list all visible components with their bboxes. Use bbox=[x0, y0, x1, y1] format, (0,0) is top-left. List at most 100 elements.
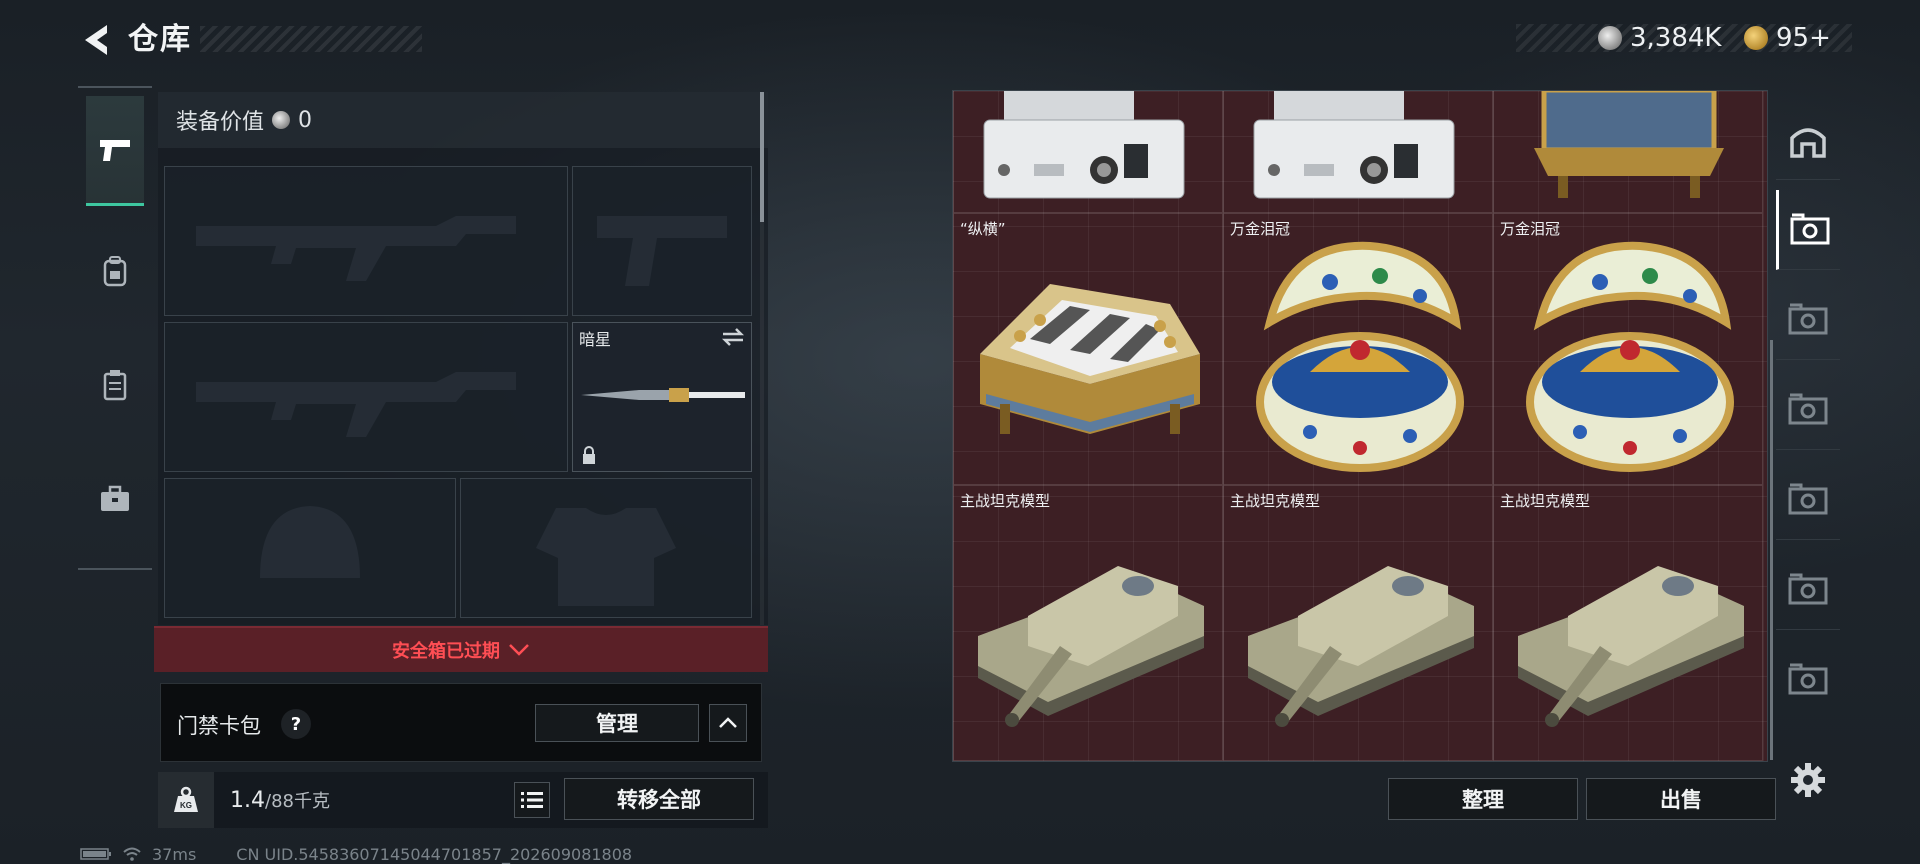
sort-button[interactable]: 整理 bbox=[1388, 778, 1578, 820]
weight-current: 1.4 bbox=[230, 788, 265, 813]
storage-tab-icon bbox=[1788, 303, 1828, 334]
storage-item-name: 主战坦克模型 bbox=[960, 492, 1051, 510]
battery-icon bbox=[80, 848, 111, 860]
tab-storage-3[interactable] bbox=[1776, 370, 1840, 450]
storage-item[interactable]: 主战坦克模型 bbox=[1493, 485, 1763, 761]
jeweled-egg-icon bbox=[1256, 241, 1464, 472]
storage-item[interactable] bbox=[953, 91, 1223, 213]
list-icon bbox=[521, 792, 543, 808]
storage-item[interactable]: 主战坦克模型 bbox=[1223, 485, 1493, 761]
device-item-icon bbox=[983, 91, 1185, 199]
weight-icon: KG bbox=[158, 772, 214, 828]
tab-storage-2[interactable] bbox=[1776, 280, 1840, 360]
swap-icon[interactable] bbox=[721, 327, 745, 347]
primary-weapon-slot-1[interactable] bbox=[164, 166, 568, 316]
access-card-bar: 门禁卡包 ? 管理 bbox=[160, 683, 762, 762]
help-icon[interactable]: ? bbox=[281, 709, 311, 739]
storage-item[interactable]: 主战坦克模型 bbox=[953, 485, 1223, 761]
safe-box-expired-text: 安全箱已过期 bbox=[392, 641, 500, 662]
safehouse-icon bbox=[1790, 127, 1826, 158]
jeweled-egg-icon bbox=[1526, 241, 1734, 472]
helmet-silhouette-icon bbox=[165, 479, 455, 617]
lock-icon bbox=[583, 446, 595, 464]
helmet-slot[interactable] bbox=[164, 478, 456, 618]
storage-tab-icon bbox=[1788, 573, 1828, 604]
storage-item-name: 主战坦克模型 bbox=[1230, 492, 1321, 510]
status-bar: 37ms CN UID.5458360714504470185​7_202609… bbox=[80, 844, 633, 864]
title-decoration bbox=[200, 26, 422, 52]
pistol-silhouette-icon bbox=[573, 167, 751, 315]
storage-tab-icon bbox=[1788, 663, 1828, 695]
access-card-label: 门禁卡包 bbox=[177, 714, 261, 738]
weight-max: /88千克 bbox=[265, 791, 330, 812]
armor-silhouette-icon bbox=[461, 479, 751, 617]
storage-panel: “纵横” 万金泪冠 万金泪冠 主战坦克模型 主战坦克模型 主战坦克模型 bbox=[952, 90, 1768, 762]
melee-weapon-slot[interactable]: 暗星 bbox=[572, 322, 752, 472]
storage-tab-icon bbox=[1788, 393, 1828, 424]
equipment-category-rail bbox=[78, 86, 152, 570]
gold-amount: 95+ bbox=[1776, 23, 1831, 53]
storage-grid: “纵横” 万金泪冠 万金泪冠 主战坦克模型 主战坦克模型 主战坦克模型 bbox=[953, 91, 1767, 761]
vest-icon bbox=[103, 370, 127, 401]
gear-icon bbox=[1791, 763, 1825, 797]
uid-text: CN UID.5458360714504470185​7_20260908180… bbox=[236, 844, 633, 864]
knife-icon bbox=[581, 388, 745, 402]
rail-item-briefcase[interactable] bbox=[86, 444, 144, 554]
sell-button[interactable]: 出售 bbox=[1586, 778, 1776, 820]
svg-text:KG: KG bbox=[180, 801, 192, 810]
silver-amount: 3,384K bbox=[1630, 23, 1722, 53]
rail-item-vest[interactable] bbox=[86, 330, 144, 440]
ping-value: 37ms bbox=[152, 844, 197, 864]
equipment-panel: 装备价值 0 暗星 bbox=[158, 92, 768, 625]
page-title: 仓库 bbox=[128, 22, 192, 57]
melee-weapon-name: 暗星 bbox=[579, 330, 612, 349]
silver-coin-icon bbox=[1598, 26, 1622, 50]
top-bar: 仓库 3,384K 95+ bbox=[0, 0, 1920, 76]
expand-button[interactable] bbox=[709, 704, 747, 742]
rifle-silhouette-icon bbox=[165, 167, 567, 315]
equipment-value-amount: 0 bbox=[298, 107, 313, 133]
equipment-scrollbar[interactable] bbox=[760, 92, 764, 625]
storage-item-name: “纵横” bbox=[960, 220, 1006, 238]
backpack-icon bbox=[103, 256, 127, 287]
primary-weapon-slot-2[interactable] bbox=[164, 322, 568, 472]
storage-tab-icon bbox=[1788, 483, 1828, 514]
tab-storage-4[interactable] bbox=[1776, 460, 1840, 540]
tank-model-icon bbox=[1248, 566, 1474, 727]
storage-tab-icon bbox=[1790, 213, 1829, 244]
storage-scrollbar[interactable] bbox=[1770, 90, 1774, 762]
device-item-icon bbox=[1253, 91, 1455, 199]
tab-storage-1[interactable] bbox=[1776, 190, 1840, 270]
wifi-icon bbox=[123, 847, 141, 861]
back-arrow-icon bbox=[85, 25, 107, 55]
chess-box-icon bbox=[980, 284, 1200, 434]
gold-coin-icon bbox=[1744, 26, 1768, 50]
equipment-value-header: 装备价值 0 bbox=[158, 92, 768, 148]
storage-item[interactable] bbox=[1223, 91, 1493, 213]
tab-storage-5[interactable] bbox=[1776, 550, 1840, 630]
manage-button[interactable]: 管理 bbox=[535, 704, 699, 742]
chevron-down-icon bbox=[509, 644, 529, 656]
back-button[interactable] bbox=[80, 20, 112, 60]
storage-item[interactable]: “纵横” bbox=[953, 213, 1223, 485]
rifle-silhouette-icon bbox=[165, 323, 567, 471]
transfer-all-button[interactable]: 转移全部 bbox=[564, 778, 754, 820]
storage-item[interactable]: 万金泪冠 bbox=[1223, 213, 1493, 485]
safe-box-expired-banner[interactable]: 安全箱已过期 bbox=[154, 626, 768, 672]
ornate-box-icon bbox=[1534, 91, 1724, 198]
rail-item-weapons[interactable] bbox=[86, 96, 144, 206]
briefcase-icon bbox=[101, 485, 129, 511]
storage-item[interactable] bbox=[1493, 91, 1763, 213]
settings-button[interactable] bbox=[1788, 760, 1828, 800]
gold-currency[interactable]: 95+ bbox=[1744, 20, 1831, 56]
rail-item-backpack[interactable] bbox=[86, 216, 144, 326]
storage-item[interactable]: 万金泪冠 bbox=[1493, 213, 1763, 485]
silver-currency: 3,384K bbox=[1598, 20, 1721, 56]
list-view-button[interactable] bbox=[514, 782, 550, 818]
armor-slot[interactable] bbox=[460, 478, 752, 618]
tab-storage-6[interactable] bbox=[1776, 640, 1840, 720]
silver-coin-icon bbox=[272, 111, 291, 129]
tab-safehouse[interactable] bbox=[1776, 100, 1840, 180]
pistol-icon bbox=[100, 139, 130, 161]
secondary-weapon-slot[interactable] bbox=[572, 166, 752, 316]
